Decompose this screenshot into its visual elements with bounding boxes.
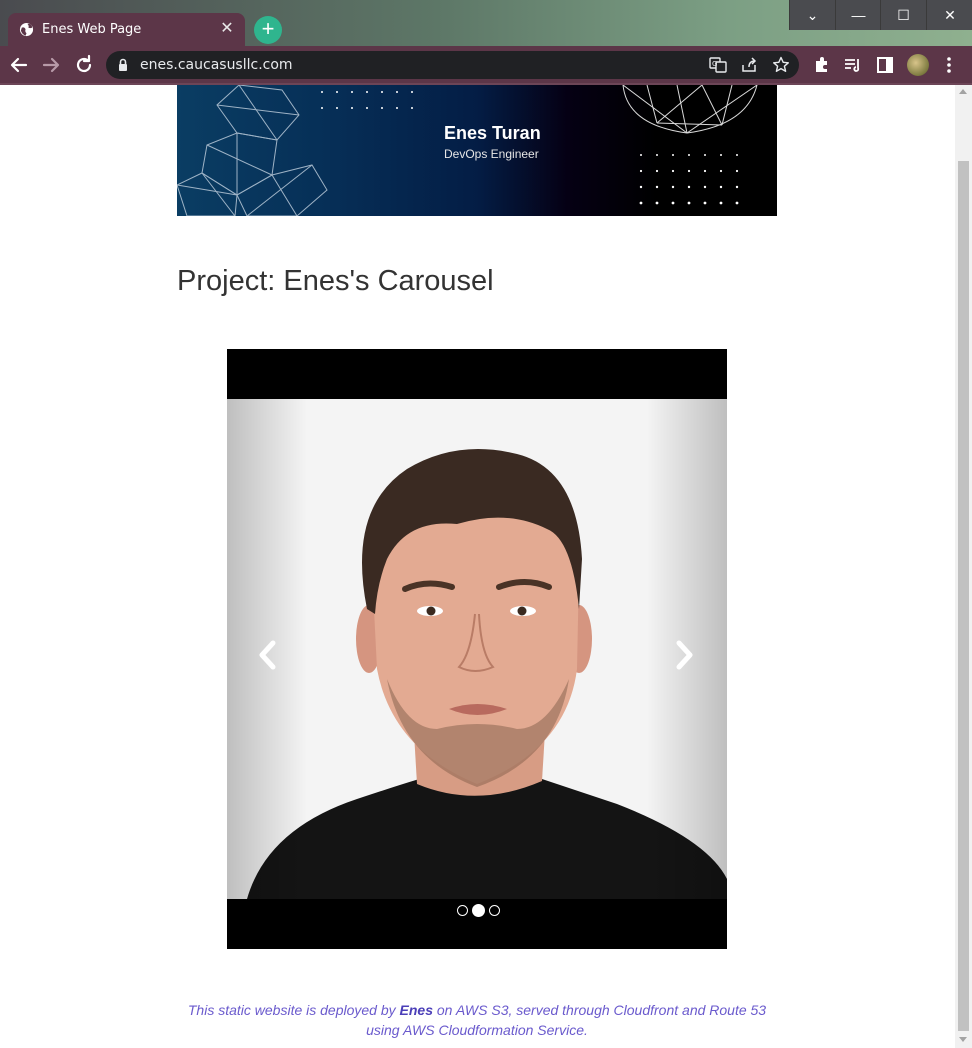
url-text: enes.caucasusllc.com <box>140 57 293 73</box>
header-banner: Enes Turan DevOps Engineer <box>177 85 777 216</box>
maximize-button[interactable]: ☐ <box>880 0 926 30</box>
side-panel-icon[interactable] <box>875 55 895 75</box>
minimize-button[interactable]: — <box>835 0 881 30</box>
footer-author: Enes <box>399 1002 433 1018</box>
scrollbar-thumb[interactable] <box>958 161 969 1031</box>
page-scrollbar[interactable] <box>955 85 972 1048</box>
tab-title: Enes Web Page <box>42 22 142 37</box>
scroll-up-arrow-icon[interactable] <box>959 89 967 94</box>
new-tab-button[interactable]: + <box>254 16 282 44</box>
close-window-button[interactable]: ✕ <box>926 0 972 30</box>
scroll-down-arrow-icon[interactable] <box>959 1037 967 1042</box>
footer-note: This static website is deployed by Enes … <box>177 1000 777 1040</box>
footer-text-start: This static website is deployed by <box>187 1002 400 1018</box>
page-viewport: Enes Turan DevOps Engineer Project: Enes… <box>0 85 955 1048</box>
carousel-indicator-1[interactable] <box>457 905 468 917</box>
carousel-prev-chevron-icon[interactable] <box>255 637 279 673</box>
banner-name: Enes Turan <box>444 123 541 143</box>
browser-tab[interactable]: Enes Web Page ✕ <box>8 13 245 46</box>
tab-close-icon[interactable]: ✕ <box>217 19 237 39</box>
back-arrow-icon[interactable] <box>6 52 32 78</box>
carousel-next-chevron-icon[interactable] <box>673 637 697 673</box>
svg-text:G: G <box>712 60 717 68</box>
forward-arrow-icon[interactable] <box>38 52 64 78</box>
globe-icon <box>19 22 34 37</box>
carousel-indicator-2[interactable] <box>472 904 485 918</box>
lock-icon[interactable] <box>118 58 128 72</box>
reload-icon[interactable] <box>71 52 97 78</box>
media-queue-icon[interactable] <box>843 55 863 75</box>
share-icon[interactable] <box>740 56 758 74</box>
profile-avatar[interactable] <box>907 54 929 76</box>
carousel-indicators <box>455 902 502 918</box>
translate-icon[interactable]: G <box>709 56 727 74</box>
page-title: Project: Enes's Carousel <box>177 265 494 297</box>
tab-search-chevron-icon[interactable]: ⌄ <box>789 0 835 30</box>
extensions-puzzle-icon[interactable] <box>812 55 832 75</box>
browser-toolbar: enes.caucasusllc.com G <box>0 46 972 83</box>
carousel-slide-image <box>227 399 727 899</box>
menu-kebab-icon[interactable] <box>944 55 954 75</box>
image-carousel <box>227 349 727 949</box>
bookmark-star-icon[interactable] <box>772 56 790 74</box>
address-bar[interactable]: enes.caucasusllc.com G <box>106 51 799 79</box>
browser-titlebar: Enes Web Page ✕ + ⌄ — ☐ ✕ <box>0 0 972 46</box>
carousel-indicator-3[interactable] <box>489 905 500 917</box>
banner-role: DevOps Engineer <box>444 147 539 161</box>
